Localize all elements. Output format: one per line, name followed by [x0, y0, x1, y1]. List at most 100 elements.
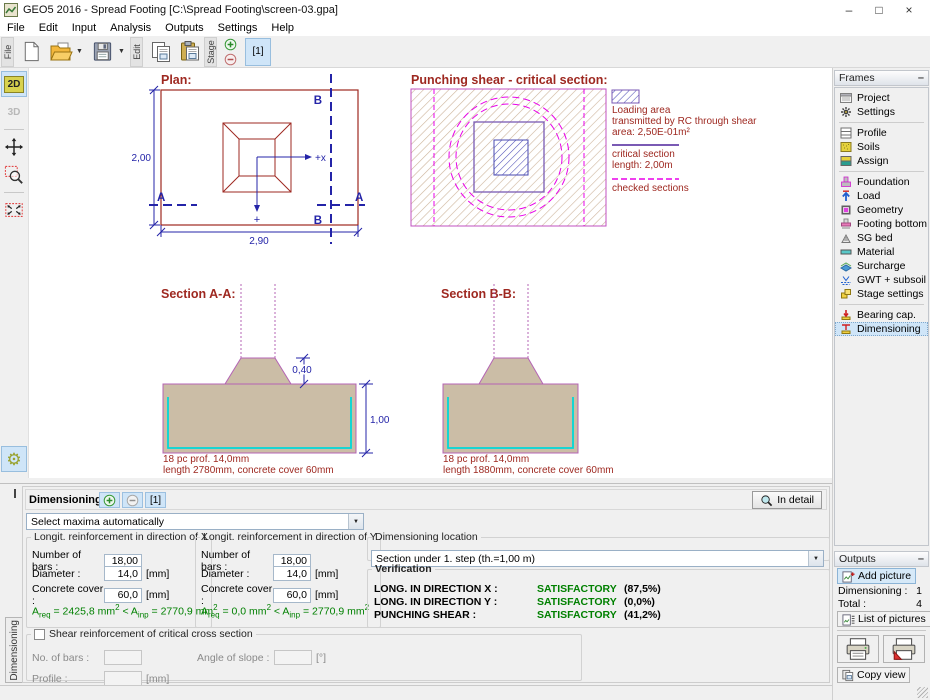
frames-list: Project Settings Profile Soils Assign Fo… [834, 87, 929, 546]
cover-y-input[interactable] [273, 588, 311, 603]
drawing-settings-button[interactable]: ⚙ [1, 446, 27, 472]
pan-button[interactable] [1, 134, 27, 160]
add-picture-icon [842, 570, 855, 583]
minimize-button[interactable]: – [842, 3, 856, 17]
stage-remove-button[interactable] [223, 53, 238, 66]
frames-item-label: SG bed [857, 232, 893, 244]
frames-item-stage-settings[interactable]: Stage settings [835, 287, 928, 301]
shear-bars-input [104, 650, 142, 665]
frames-minimize-button[interactable]: – [918, 72, 924, 84]
punching-shear-view: Punching shear - critical section: Loadi… [411, 73, 757, 226]
diameter-x-label: Diameter : [32, 568, 104, 580]
menu-edit[interactable]: Edit [32, 21, 65, 35]
menu-analysis[interactable]: Analysis [103, 21, 158, 35]
soils-icon [840, 141, 853, 153]
save-button[interactable] [89, 38, 116, 65]
view-3d-button[interactable]: 3D [1, 99, 27, 125]
print-preview-button[interactable] [883, 635, 925, 663]
frames-item-load[interactable]: Load [835, 189, 928, 203]
gwt-subsoil-icon [840, 274, 853, 286]
frames-item-sg-bed[interactable]: SG bed [835, 231, 928, 245]
legend-loading-line2: transmitted by RC through shear [612, 116, 757, 127]
maxima-select[interactable]: Select maxima automatically ▼ [26, 513, 364, 530]
menu-file[interactable]: File [0, 21, 32, 35]
dimensioning-content: Dimensioning : [1] In detail [22, 486, 830, 683]
divider [839, 171, 924, 172]
list-of-pictures-icon [842, 613, 855, 626]
frames-item-label: Assign [857, 155, 889, 167]
verification-row-y: LONG. IN DIRECTION Y : SATISFACTORY (0,0… [374, 596, 655, 608]
toolbar-edit-group-label: Edit [130, 37, 143, 67]
remove-dimensioning-button[interactable] [122, 492, 143, 508]
resize-grip[interactable] [917, 687, 928, 698]
diameter-y-input[interactable] [273, 566, 311, 581]
divider [839, 304, 924, 305]
copy-view-button[interactable]: Copy view [837, 667, 910, 683]
frames-item-gwt-subsoil[interactable]: GWT + subsoil [835, 273, 928, 287]
frames-item-soils[interactable]: Soils [835, 140, 928, 154]
frames-item-foundation[interactable]: Foundation [835, 175, 928, 189]
open-file-dropdown[interactable]: ▼ [75, 38, 84, 65]
cover-x-input[interactable] [104, 588, 142, 603]
panel-drag-handle[interactable] [14, 489, 16, 498]
frames-item-settings[interactable]: Settings [835, 105, 928, 119]
frames-item-dimensioning[interactable]: Dimensioning [835, 322, 928, 336]
outputs-minimize-button[interactable]: – [918, 553, 924, 565]
dimensioning-stage-button[interactable]: [1] [145, 492, 166, 508]
drawing-canvas[interactable]: Plan: +x + A A B B 2,00 2,90 Punching sh… [28, 68, 832, 478]
shear-bars-label: No. of bars : [32, 652, 104, 664]
plan-dim-height: 2,00 [132, 153, 152, 164]
outputs-panel-title: Outputs [839, 553, 876, 565]
dimensioning-header-row: Dimensioning : [1] In detail [25, 489, 827, 510]
shear-reinforcement-checkbox[interactable] [34, 629, 45, 640]
copy-picture-button[interactable] [147, 38, 174, 65]
zoom-fit-button[interactable] [1, 197, 27, 223]
frames-item-material[interactable]: Material [835, 245, 928, 259]
paste-button[interactable] [176, 38, 203, 65]
plan-view: Plan: +x + A A B B 2,00 2,90 [132, 73, 365, 247]
legend-loading-line3: area: 2,50E-01m² [612, 127, 690, 138]
save-dropdown[interactable]: ▼ [117, 38, 126, 65]
chevron-down-icon: ▼ [348, 514, 363, 529]
frames-item-footing-bottom[interactable]: Footing bottom [835, 217, 928, 231]
divider [4, 129, 24, 130]
3d-icon: 3D [8, 107, 21, 118]
menu-settings[interactable]: Settings [211, 21, 265, 35]
list-of-pictures-button[interactable]: List of pictures [837, 611, 930, 627]
frames-item-project[interactable]: Project [835, 91, 928, 105]
outputs-dimensioning-label: Dimensioning : [838, 585, 907, 597]
frames-item-label: Profile [857, 127, 887, 139]
frames-item-assign[interactable]: Assign [835, 154, 928, 168]
frames-item-geometry[interactable]: Geometry [835, 203, 928, 217]
view-2d-button[interactable]: 2D [1, 71, 27, 97]
add-picture-button[interactable]: Add picture [837, 568, 916, 584]
maximize-button[interactable]: □ [872, 3, 886, 17]
open-file-button[interactable] [47, 38, 74, 65]
legend-loading-swatch [612, 90, 639, 103]
menu-input[interactable]: Input [65, 21, 103, 35]
menu-outputs[interactable]: Outputs [158, 21, 211, 35]
plan-dim-width: 2,90 [249, 236, 269, 247]
new-file-button[interactable] [18, 38, 45, 65]
frames-item-surcharge[interactable]: Surcharge [835, 259, 928, 273]
zoom-window-button[interactable] [1, 162, 27, 188]
stage-add-button[interactable] [223, 38, 238, 51]
frames-item-label: Project [857, 92, 890, 104]
geo5-window: { "window": { "title": "GEO5 2016 - Spre… [0, 0, 930, 700]
menu-help[interactable]: Help [264, 21, 301, 35]
shear-profile-input [104, 671, 142, 686]
printer-icon [845, 637, 871, 661]
dimensioning-tab[interactable]: Dimensioning [5, 617, 22, 683]
add-dimensioning-button[interactable] [99, 492, 120, 508]
verification-group: Verification LONG. IN DIRECTION X : SATI… [367, 563, 830, 628]
frames-item-bearing-cap[interactable]: Bearing cap. [835, 308, 928, 322]
copy-view-label: Copy view [857, 669, 905, 681]
diameter-x-input[interactable] [104, 566, 142, 581]
stage-number-button[interactable]: [1] [245, 38, 271, 66]
print-button[interactable] [837, 635, 879, 663]
close-button[interactable]: × [902, 3, 916, 17]
frames-item-profile[interactable]: Profile [835, 126, 928, 140]
in-detail-button[interactable]: In detail [752, 491, 822, 509]
diameter-y-label: Diameter : [201, 568, 273, 580]
gear-icon: ⚙ [6, 451, 21, 468]
